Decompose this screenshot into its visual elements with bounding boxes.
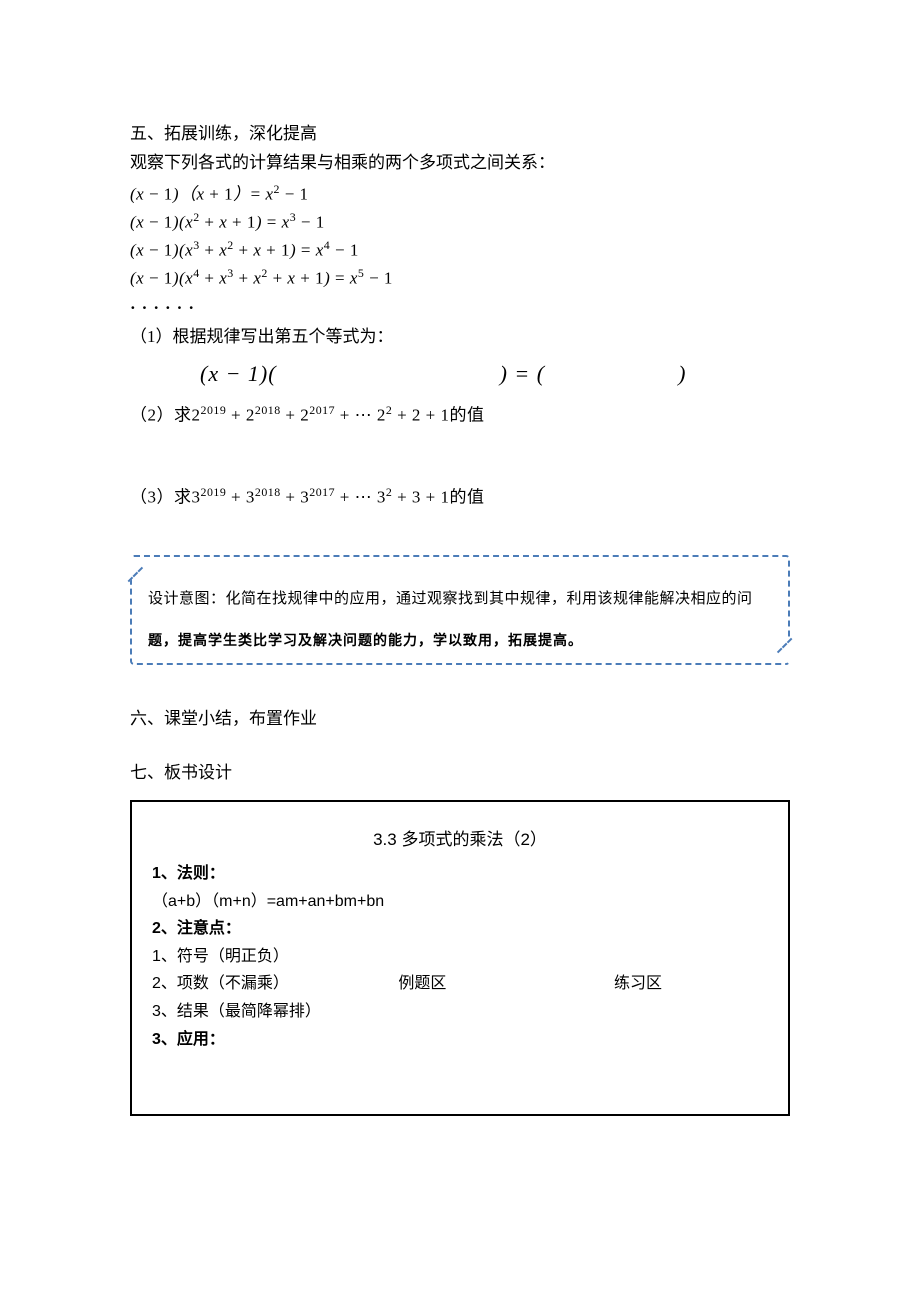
corner-cut-tl (115, 554, 143, 582)
problem-2: （2）求22019 + 22018 + 22017 + ⋯ 22 + 2 + 1… (130, 401, 790, 429)
equation-4: (x − 1)(x4 + x3 + x2 + x + 1) = x5 − 1 (130, 264, 790, 292)
section5-title: 五、拓展训练，深化提高 (130, 120, 790, 147)
board-note-2: 2、项数（不漏乘） (152, 971, 398, 997)
p2-suffix: 的值 (450, 406, 485, 425)
board-heading-2: 2、注意点： (152, 916, 768, 942)
board-heading-1: 1、法则： (152, 861, 768, 887)
p3-prefix: （3）求 (130, 488, 192, 507)
board-title: 3.3 多项式的乘法（2） (152, 826, 768, 853)
section5-intro: 观察下列各式的计算结果与相乘的两个多项式之间关系： (130, 149, 790, 176)
board-example-area: 例题区 (398, 971, 614, 999)
section6-title: 六、课堂小结，布置作业 (130, 705, 790, 732)
board-heading-3: 3、应用： (152, 1027, 768, 1053)
blackboard-design-box: 3.3 多项式的乘法（2） 1、法则： （a+b）（m+n）=am+an+bm+… (130, 800, 790, 1116)
equation-1: (x − 1)（x + 1）= x2 − 1 (130, 180, 790, 208)
board-formula: （a+b）（m+n）=am+an+bm+bn (152, 889, 768, 915)
p2-prefix: （2）求 (130, 406, 192, 425)
board-note-3: 3、结果（最简降幂排） (152, 999, 768, 1025)
problem-3: （3）求32019 + 32018 + 32017 + ⋯ 32 + 3 + 1… (130, 483, 790, 511)
design-line-2: 题，提高学生类比学习及解决问题的能力，学以致用，拓展提高。 (148, 629, 772, 651)
p3-suffix: 的值 (450, 488, 485, 507)
design-intent-box: 设计意图：化简在找规律中的应用，通过观察找到其中规律，利用该规律能解决相应的问 … (130, 555, 790, 665)
equation-3: (x − 1)(x3 + x2 + x + 1) = x4 − 1 (130, 236, 790, 264)
corner-cut-br (777, 638, 805, 666)
problem-1-formula: (x − 1)( ) = ( ) (130, 356, 790, 391)
equation-2: (x − 1)(x2 + x + 1) = x3 − 1 (130, 208, 790, 236)
problem-1-label: （1）根据规律写出第五个等式为： (130, 323, 790, 350)
design-line-1: 设计意图：化简在找规律中的应用，通过观察找到其中规律，利用该规律能解决相应的问 (148, 587, 772, 611)
ellipsis-dots: ······ (130, 294, 790, 321)
board-practice-area: 练习区 (614, 971, 768, 999)
p1-right: ) (678, 361, 686, 386)
section7-title: 七、板书设计 (130, 759, 790, 786)
p1-left: (x − 1)( (200, 361, 277, 386)
board-note-1: 1、符号（明正负） (152, 944, 768, 970)
p1-mid: ) = ( (500, 361, 546, 386)
